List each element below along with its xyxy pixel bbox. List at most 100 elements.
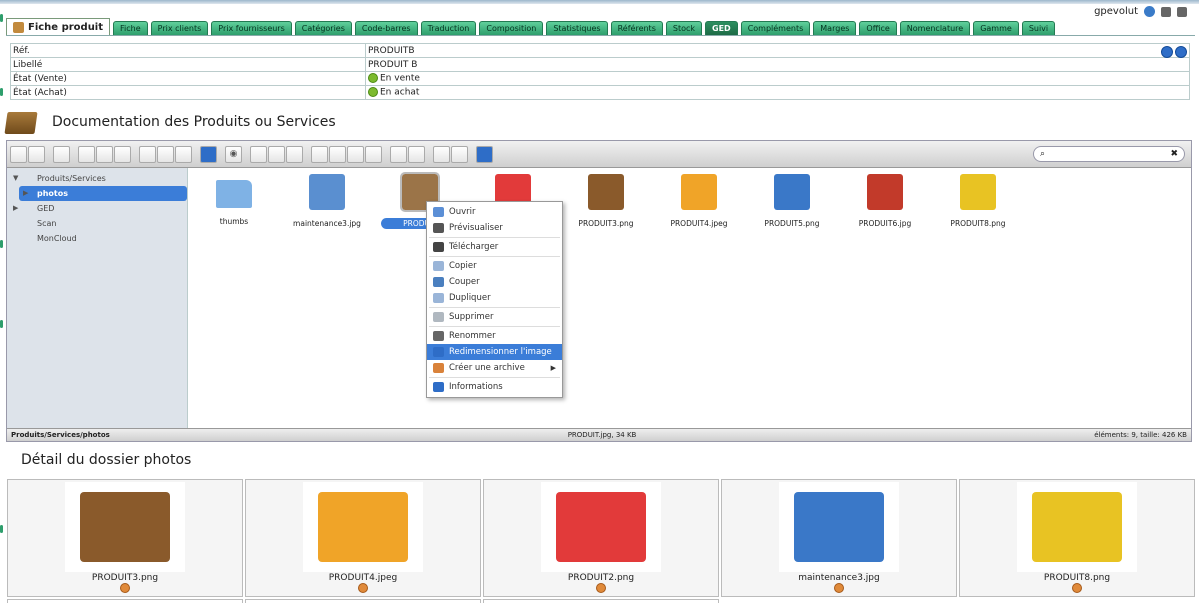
tab-cat-gories[interactable]: Catégories: [294, 21, 352, 36]
duplicate-icon[interactable]: [311, 145, 328, 163]
file-item[interactable]: PRODUIT6.jpg: [840, 174, 930, 229]
context-menu-item-copy[interactable]: Copier: [427, 258, 562, 274]
info-icon[interactable]: [200, 145, 217, 163]
gallery-thumbnail[interactable]: [1017, 482, 1137, 572]
tree-item-moncloud[interactable]: MonCloud: [7, 231, 187, 246]
status-path: Produits/Services/photos: [11, 431, 110, 439]
menu-separator: [429, 307, 560, 308]
expand-arrow-icon[interactable]: ▶: [13, 201, 18, 216]
edit-icon[interactable]: [347, 145, 364, 163]
expand-arrow-icon[interactable]: ▶: [23, 186, 28, 201]
back-icon[interactable]: [10, 145, 27, 163]
extract-icon[interactable]: [390, 145, 407, 163]
tab-nomenclature[interactable]: Nomenclature: [899, 21, 971, 36]
tree-item-photos[interactable]: ▶ photos: [19, 186, 187, 201]
new-folder-icon[interactable]: [96, 145, 113, 163]
save-icon[interactable]: [157, 145, 174, 163]
help-icon[interactable]: [476, 145, 493, 163]
help-icon[interactable]: [1144, 6, 1155, 17]
user-name[interactable]: gpevolut: [1094, 6, 1138, 17]
tree-item-root[interactable]: ▼ Produits/Services: [7, 171, 187, 186]
tab-stock[interactable]: Stock: [665, 21, 703, 36]
context-menu-item-save[interactable]: Télécharger: [427, 239, 562, 255]
detail-title: Détail du dossier photos: [21, 452, 192, 468]
tab-statistiques[interactable]: Statistiques: [546, 21, 608, 36]
gallery-thumbnail[interactable]: [303, 482, 423, 572]
tab-traduction[interactable]: Traduction: [420, 21, 477, 36]
product-icon: [13, 22, 24, 33]
gallery-thumbnail[interactable]: [779, 482, 899, 572]
file-item[interactable]: PRODUIT3.png: [561, 174, 651, 229]
download-icon[interactable]: [834, 583, 844, 593]
download-icon[interactable]: [1072, 583, 1082, 593]
preview-icon[interactable]: ◉: [225, 145, 242, 163]
tab-compl-ments[interactable]: Compléments: [740, 21, 811, 36]
tab-gamme[interactable]: Gamme: [973, 21, 1019, 36]
search-input[interactable]: ⌕ ✖: [1033, 146, 1185, 162]
print-icon[interactable]: [1161, 6, 1171, 17]
download-icon[interactable]: [120, 583, 130, 593]
tab-suivi[interactable]: Suivi: [1021, 21, 1056, 36]
status-ok-icon: [368, 73, 378, 84]
select-icon[interactable]: [175, 145, 192, 163]
tab-prix-fournisseurs[interactable]: Prix fournisseurs: [211, 21, 292, 36]
gallery-thumbnail[interactable]: [541, 482, 661, 572]
home-icon[interactable]: [53, 145, 70, 163]
gallery-next-row: [7, 599, 719, 603]
archive-icon[interactable]: [408, 145, 425, 163]
tab-marges[interactable]: Marges: [813, 21, 857, 36]
context-menu-item-cut[interactable]: Couper: [427, 274, 562, 290]
expand-arrow-icon[interactable]: ▼: [13, 171, 18, 186]
status-ok-icon: [368, 87, 378, 98]
file-item[interactable]: PRODUIT5.png: [747, 174, 837, 229]
gallery-item[interactable]: PRODUIT3.png: [7, 479, 243, 597]
tab-product-card[interactable]: Fiche produit: [6, 18, 111, 36]
file-item[interactable]: PRODUIT8.png: [933, 174, 1023, 229]
file-name: PRODUIT4.jpeg: [670, 219, 728, 228]
context-menu-item-archive[interactable]: Créer une archive ▶: [427, 360, 562, 376]
new-file-icon[interactable]: [114, 145, 131, 163]
gallery-item[interactable]: maintenance3.jpg: [721, 479, 957, 597]
context-menu-item-rename[interactable]: Renommer: [427, 328, 562, 344]
context-menu-item-open[interactable]: Ouvrir: [427, 204, 562, 220]
file-item[interactable]: maintenance3.jpg: [282, 174, 372, 229]
file-item[interactable]: thumbs: [189, 174, 279, 227]
copy-icon[interactable]: [250, 145, 267, 163]
tree-item-ged[interactable]: ▶ GED: [7, 201, 187, 216]
rename-icon[interactable]: [329, 145, 346, 163]
tab-fiche[interactable]: Fiche: [113, 21, 148, 36]
context-menu-item-eye[interactable]: Prévisualiser: [427, 220, 562, 236]
gallery-item[interactable]: PRODUIT8.png: [959, 479, 1195, 597]
tab-prix-clients[interactable]: Prix clients: [150, 21, 209, 36]
gallery-thumbnail[interactable]: [65, 482, 185, 572]
reload-icon[interactable]: [78, 145, 95, 163]
context-menu-item-delete[interactable]: Supprimer: [427, 309, 562, 325]
tab-composition[interactable]: Composition: [479, 21, 544, 36]
clear-search-icon[interactable]: ✖: [1170, 149, 1178, 159]
context-menu-item-resize[interactable]: Redimensionner l'image: [427, 344, 562, 360]
gallery-item[interactable]: PRODUIT4.jpeg: [245, 479, 481, 597]
previous-record-icon[interactable]: [1161, 46, 1173, 58]
view-icons-icon[interactable]: [433, 145, 450, 163]
view-list-icon[interactable]: [451, 145, 468, 163]
resize-icon[interactable]: [365, 145, 382, 163]
forward-icon[interactable]: [28, 145, 45, 163]
context-menu-item-info[interactable]: Informations: [427, 379, 562, 395]
download-icon[interactable]: [358, 583, 368, 593]
tree-item-scan[interactable]: Scan: [7, 216, 187, 231]
download-icon[interactable]: [596, 583, 606, 593]
tab-ged[interactable]: GED: [705, 21, 738, 36]
tab-code-barres[interactable]: Code-barres: [354, 21, 418, 36]
tab-office[interactable]: Office: [859, 21, 897, 36]
file-item[interactable]: PRODUIT4.jpeg: [654, 174, 744, 229]
paste-icon[interactable]: [286, 145, 303, 163]
cut-icon[interactable]: [268, 145, 285, 163]
gallery-item[interactable]: PRODUIT2.png: [483, 479, 719, 597]
puzzle-box-image-icon: [681, 174, 717, 210]
open-icon[interactable]: [139, 145, 156, 163]
context-menu-label: Informations: [449, 382, 503, 392]
logout-icon[interactable]: [1177, 6, 1187, 17]
context-menu-item-duplicate[interactable]: Dupliquer: [427, 290, 562, 306]
tab-r-f-rents[interactable]: Référents: [610, 21, 663, 36]
next-record-icon[interactable]: [1175, 46, 1187, 58]
